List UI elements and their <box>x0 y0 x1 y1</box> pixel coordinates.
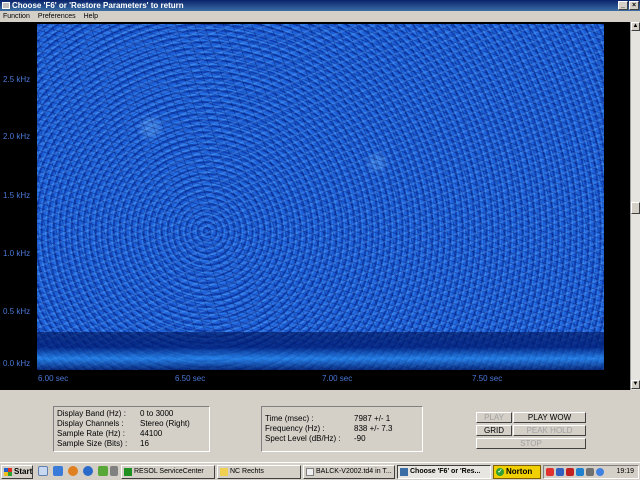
more-icon[interactable] <box>110 466 118 476</box>
document-icon <box>306 468 314 476</box>
display-channels-value: Stereo (Right) <box>140 419 190 428</box>
scroll-down-icon[interactable]: ▼ <box>631 380 640 389</box>
checkmark-icon: ✓ <box>496 468 504 476</box>
time-label: Time (msec) : <box>265 414 314 423</box>
tray-security-icon[interactable] <box>566 468 574 476</box>
app-window-icon <box>400 468 408 476</box>
task-balck[interactable]: BALCK-V2002.td4 in T... <box>303 465 395 479</box>
y-tick-label: 2.5 kHz <box>3 75 31 84</box>
browser-icon[interactable] <box>83 466 93 476</box>
clock[interactable]: 19:19 <box>616 466 634 478</box>
start-label: Start <box>14 467 33 476</box>
tray-volume-icon[interactable] <box>586 468 594 476</box>
x-tick-label: 7.50 sec <box>472 374 503 383</box>
time-value: 7987 +/- 1 <box>354 414 391 423</box>
app-icon <box>2 2 10 9</box>
windows-logo-icon <box>4 468 12 476</box>
spectrogram-noise <box>37 24 604 370</box>
y-tick-label: 0.5 kHz <box>3 307 31 316</box>
frequency-label: Frequency (Hz) : <box>265 424 325 433</box>
play-wow-button[interactable]: PLAY WOW <box>513 412 586 423</box>
x-tick-label: 6.00 sec <box>38 374 69 383</box>
minimize-icon[interactable]: _ <box>618 1 628 10</box>
settings-panel: Display Band (Hz) : 0 to 3000 Display Ch… <box>53 406 210 452</box>
outlook-icon[interactable] <box>53 466 63 476</box>
quicklaunch-icon[interactable] <box>98 466 108 476</box>
display-channels-label: Display Channels : <box>57 419 124 428</box>
scroll-up-icon[interactable]: ▲ <box>631 22 640 31</box>
sample-size-label: Sample Size (Bits) : <box>57 439 128 448</box>
stop-button[interactable]: STOP <box>476 438 586 449</box>
window-title: Choose 'F6' or 'Restore Parameters' to r… <box>12 1 184 10</box>
sample-size-value: 16 <box>140 439 149 448</box>
start-button[interactable]: Start <box>1 465 33 479</box>
task-label: Choose 'F6' or 'Res... <box>410 468 481 475</box>
desktop-icon[interactable] <box>38 466 48 476</box>
resol-icon <box>124 468 132 476</box>
tray-network-icon[interactable] <box>556 468 564 476</box>
task-label: NC Rechts <box>230 468 264 475</box>
task-choose-f6[interactable]: Choose 'F6' or 'Res... <box>397 465 491 479</box>
sample-rate-label: Sample Rate (Hz) : <box>57 429 126 438</box>
spectrogram-image[interactable] <box>37 24 604 370</box>
tray-alert-icon[interactable] <box>546 468 554 476</box>
norton-button[interactable]: ✓ Norton <box>493 465 541 479</box>
y-tick-label: 2.0 kHz <box>3 132 31 141</box>
taskbar: Start RESOL ServiceCenter NC Rechts BALC… <box>0 462 640 480</box>
peak-hold-button[interactable]: PEAK HOLD <box>513 425 586 436</box>
menu-function[interactable]: Function <box>3 11 30 22</box>
scroll-thumb[interactable] <box>631 202 640 214</box>
vertical-scrollbar[interactable]: ▲ ▼ <box>630 22 640 390</box>
menu-help[interactable]: Help <box>84 11 98 22</box>
x-tick-label: 6.50 sec <box>175 374 206 383</box>
spect-level-value: -90 <box>354 434 366 443</box>
frequency-value: 838 +/- 7.3 <box>354 424 393 433</box>
grid-button[interactable]: GRID <box>476 425 512 436</box>
close-icon[interactable]: × <box>629 1 639 10</box>
firefox-icon[interactable] <box>68 466 78 476</box>
title-bar[interactable]: Choose 'F6' or 'Restore Parameters' to r… <box>0 0 640 11</box>
sample-rate-value: 44100 <box>140 429 163 438</box>
spect-level-label: Spect Level (dB/Hz) : <box>265 434 341 443</box>
spectrogram-low-band <box>37 332 604 370</box>
display-band-label: Display Band (Hz) : <box>57 409 126 418</box>
task-resol[interactable]: RESOL ServiceCenter <box>121 465 215 479</box>
task-label: RESOL ServiceCenter <box>134 468 204 475</box>
task-label: BALCK-V2002.td4 in T... <box>316 468 392 475</box>
spectrogram-panel: 2.5 kHz 2.0 kHz 1.5 kHz 1.0 kHz 0.5 kHz … <box>0 22 630 390</box>
play-button[interactable]: PLAY <box>476 412 512 423</box>
task-nc-rechts[interactable]: NC Rechts <box>217 465 301 479</box>
tray-update-icon[interactable] <box>576 468 584 476</box>
norton-label: Norton <box>506 467 533 476</box>
x-tick-label: 7.00 sec <box>322 374 353 383</box>
application-window: Choose 'F6' or 'Restore Parameters' to r… <box>0 0 640 462</box>
y-tick-label: 1.5 kHz <box>3 191 31 200</box>
menu-bar: Function Preferences Help <box>0 11 640 22</box>
display-band-value: 0 to 3000 <box>140 409 174 418</box>
y-tick-label: 0.0 kHz <box>3 359 31 368</box>
readout-panel: Time (msec) : 7987 +/- 1 Frequency (Hz) … <box>261 406 423 452</box>
tray-search-icon[interactable] <box>596 468 604 476</box>
y-tick-label: 1.0 kHz <box>3 249 31 258</box>
menu-preferences[interactable]: Preferences <box>38 11 76 22</box>
system-tray: 19:19 <box>543 465 639 479</box>
folder-icon <box>220 468 228 476</box>
